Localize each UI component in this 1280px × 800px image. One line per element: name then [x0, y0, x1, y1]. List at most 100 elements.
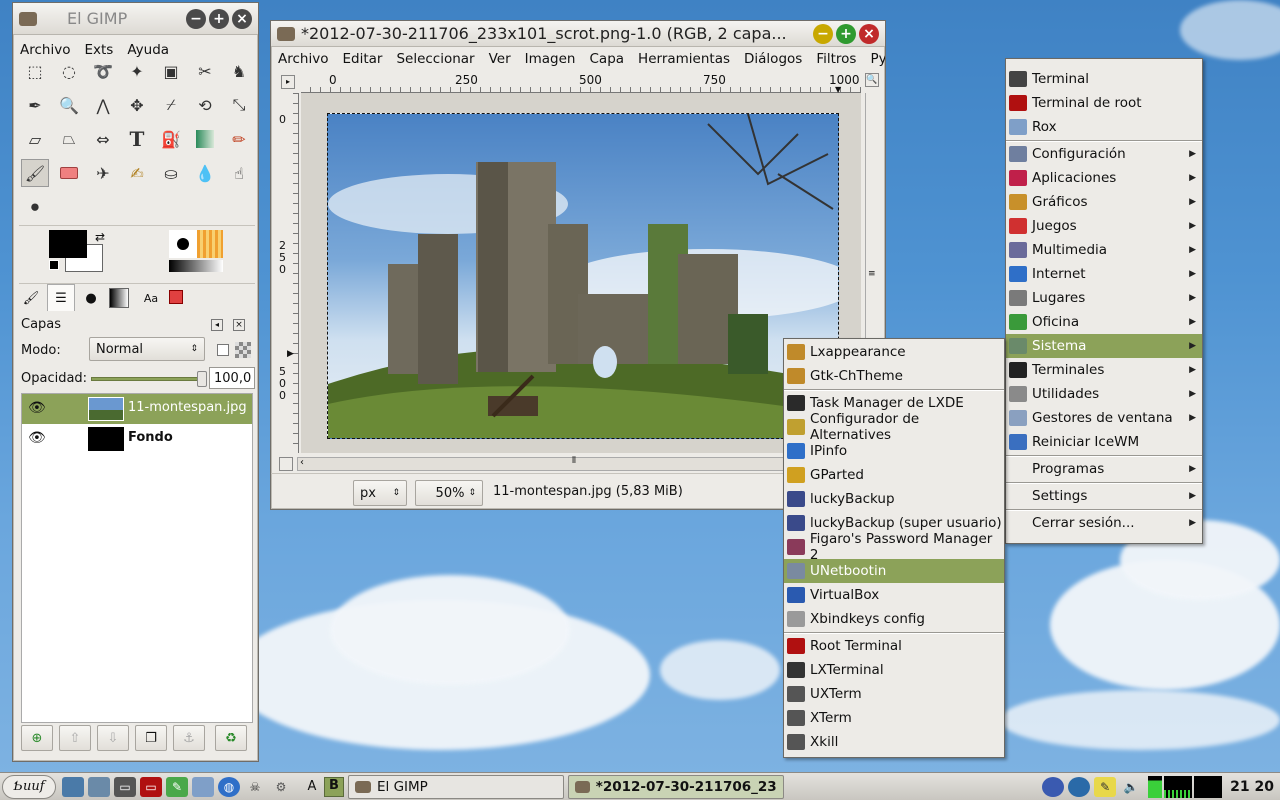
- lock-alpha-checkbox[interactable]: [217, 344, 229, 356]
- zoom-to-fit-icon[interactable]: 🔍: [865, 73, 879, 87]
- workspace-a-button[interactable]: A: [302, 779, 322, 794]
- close-icon[interactable]: ×: [859, 23, 879, 44]
- default-colors-icon[interactable]: [49, 260, 59, 270]
- eraser-icon[interactable]: [55, 159, 83, 187]
- layer-row[interactable]: 👁 Fondo: [22, 424, 252, 454]
- menu-item[interactable]: Lugares ▶: [1006, 286, 1202, 310]
- mode-select[interactable]: Normal ⇕: [89, 337, 205, 361]
- menu-item[interactable]: Terminal de root: [1006, 91, 1202, 115]
- visibility-eye-icon[interactable]: 👁: [28, 400, 46, 416]
- menu-ver[interactable]: Ver: [482, 51, 518, 67]
- menu-item[interactable]: Terminales ▶: [1006, 358, 1202, 382]
- smudge-icon[interactable]: ☝: [225, 159, 253, 187]
- text-icon[interactable]: T: [123, 125, 151, 153]
- menu-dialogos[interactable]: Diálogos: [737, 51, 809, 67]
- duplicate-layer-button[interactable]: ❐: [135, 725, 167, 751]
- fuzzy-select-icon[interactable]: ✦: [123, 57, 151, 85]
- minimize-icon[interactable]: −: [813, 23, 833, 44]
- new-layer-button[interactable]: ⊕: [21, 725, 53, 751]
- pattern-preview[interactable]: [197, 230, 223, 258]
- menu-item[interactable]: LXTerminal: [784, 658, 1004, 682]
- folder-icon[interactable]: [192, 776, 214, 797]
- start-button[interactable]: Ƅuuf: [2, 774, 56, 799]
- panel-close-icon[interactable]: ×: [233, 319, 245, 331]
- menu-item[interactable]: XTerm: [784, 706, 1004, 730]
- clone-icon[interactable]: ⛀: [157, 159, 185, 187]
- gradient-preview[interactable]: [169, 260, 223, 272]
- panel-menu-icon[interactable]: ◂: [211, 319, 223, 331]
- foreground-select-icon[interactable]: ♞: [225, 57, 253, 85]
- volume-icon[interactable]: 🔈: [1120, 777, 1142, 797]
- fonts-tab-icon[interactable]: Aa: [137, 286, 165, 310]
- lower-layer-button[interactable]: ⇩: [97, 725, 129, 751]
- menu-item[interactable]: Oficina ▶: [1006, 310, 1202, 334]
- window-list-icon[interactable]: [88, 776, 110, 797]
- globe-icon[interactable]: [1068, 777, 1091, 797]
- delete-layer-button[interactable]: ♻: [215, 725, 247, 751]
- menu-item[interactable]: luckyBackup: [784, 487, 1004, 511]
- menu-herramientas[interactable]: Herramientas: [631, 51, 737, 67]
- browser-icon[interactable]: ◍: [218, 776, 240, 797]
- menu-item[interactable]: Reiniciar IceWM: [1006, 430, 1202, 454]
- close-icon[interactable]: ×: [232, 8, 252, 29]
- anchor-layer-button[interactable]: ⚓: [173, 725, 205, 751]
- terminal-icon[interactable]: ▭: [114, 776, 136, 797]
- paintbrush-icon[interactable]: 🖌: [21, 159, 49, 187]
- brushes-tab-icon[interactable]: ●: [79, 286, 103, 310]
- lasso-select-icon[interactable]: ➰: [89, 57, 117, 85]
- zoom-icon[interactable]: 🔍: [55, 91, 83, 119]
- maximize-icon[interactable]: +: [836, 23, 856, 44]
- menu-archivo[interactable]: Archivo: [271, 51, 335, 67]
- move-icon[interactable]: ✥: [123, 91, 151, 119]
- dodge-burn-icon[interactable]: ⚫: [21, 193, 49, 221]
- brush-preview[interactable]: [169, 230, 197, 258]
- gradient-icon[interactable]: [191, 125, 219, 153]
- layers-tab-icon[interactable]: ☰: [47, 284, 75, 312]
- menu-item[interactable]: UNetbootin: [784, 559, 1004, 583]
- menu-editar[interactable]: Editar: [335, 51, 389, 67]
- navigate-menu-icon[interactable]: ▸: [281, 75, 295, 89]
- workspace-b-button[interactable]: B: [324, 776, 344, 797]
- menu-item[interactable]: Gtk-ChTheme: [784, 364, 1004, 388]
- menu-item[interactable]: Terminal: [1006, 67, 1202, 91]
- tool-options-tab-icon[interactable]: 🖌: [19, 286, 43, 310]
- show-desktop-icon[interactable]: [62, 776, 84, 797]
- crop-icon[interactable]: ⌿: [157, 91, 185, 119]
- menu-item[interactable]: Xbindkeys config: [784, 607, 1004, 631]
- visibility-eye-icon[interactable]: 👁: [28, 430, 46, 446]
- opacity-slider-handle[interactable]: [197, 371, 207, 387]
- clock[interactable]: 21 20: [1230, 779, 1274, 795]
- menu-item[interactable]: Figaro's Password Manager 2: [784, 531, 1004, 563]
- ink-icon[interactable]: ✍: [123, 159, 151, 187]
- menu-item[interactable]: Lxappearance: [784, 340, 1004, 364]
- scissors-icon[interactable]: ✂: [191, 57, 219, 85]
- menu-item[interactable]: Root Terminal: [784, 634, 1004, 658]
- pencil-icon[interactable]: ✏: [225, 125, 253, 153]
- notes-icon[interactable]: ✎: [1094, 777, 1117, 797]
- layer-row[interactable]: 👁 11-montespan.jpg: [22, 394, 252, 424]
- menu-item[interactable]: Gestores de ventana ▶: [1006, 406, 1202, 430]
- menu-item[interactable]: Xkill: [784, 730, 1004, 754]
- minimize-icon[interactable]: −: [186, 8, 206, 29]
- menu-item[interactable]: IPinfo: [784, 439, 1004, 463]
- menu-item[interactable]: Utilidades ▶: [1006, 382, 1202, 406]
- task-image-window[interactable]: *2012-07-30-211706_23...: [568, 774, 784, 799]
- quick-mask-icon[interactable]: [279, 457, 293, 471]
- shear-icon[interactable]: ▱: [21, 125, 49, 153]
- rect-select-icon[interactable]: ⬚: [21, 57, 49, 85]
- network-icon[interactable]: [1042, 777, 1065, 797]
- menu-item[interactable]: UXTerm: [784, 682, 1004, 706]
- menu-python[interactable]: Pytho: [863, 51, 885, 67]
- menu-item[interactable]: Aplicaciones ▶: [1006, 166, 1202, 190]
- palette-tab-icon[interactable]: [169, 290, 183, 304]
- opacity-slider[interactable]: [91, 377, 205, 381]
- menu-item[interactable]: VirtualBox: [784, 583, 1004, 607]
- color-select-icon[interactable]: ▣: [157, 57, 185, 85]
- menu-filtros[interactable]: Filtros: [809, 51, 863, 67]
- maximize-icon[interactable]: +: [209, 8, 229, 29]
- airbrush-icon[interactable]: ✈: [89, 159, 117, 187]
- root-terminal-icon[interactable]: ▭: [140, 776, 162, 797]
- swap-colors-icon[interactable]: ⇄: [95, 230, 105, 244]
- menu-item[interactable]: Configurador de Alternatives: [784, 411, 1004, 443]
- perspective-icon[interactable]: ⏢: [55, 125, 83, 153]
